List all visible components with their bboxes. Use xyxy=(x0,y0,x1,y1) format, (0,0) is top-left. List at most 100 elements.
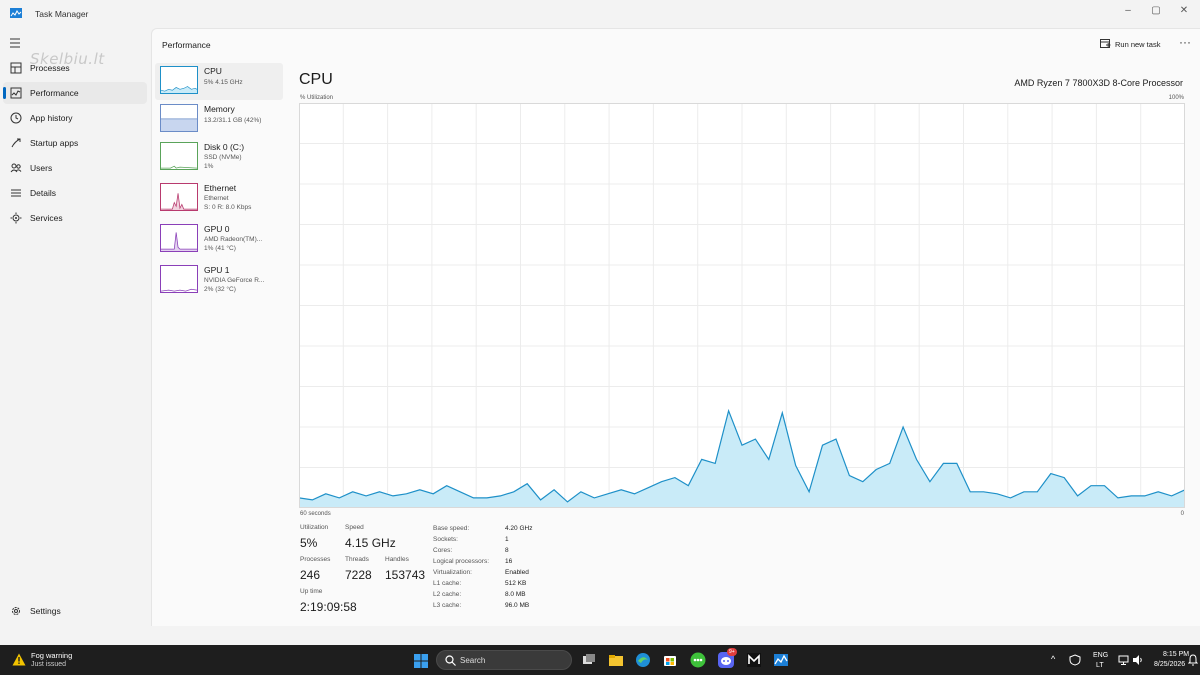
resource-name: GPU 0 xyxy=(204,224,230,234)
resource-detail: AMD Radeon(TM)... xyxy=(204,236,263,243)
sidebar-item-performance[interactable]: Performance xyxy=(3,82,147,104)
maximize-button[interactable]: ▢ xyxy=(1146,4,1166,18)
resource-detail: 13.2/31.1 GB (42%) xyxy=(204,117,262,124)
cpu-model-name: AMD Ryzen 7 7800X3D 8-Core Processor xyxy=(1014,78,1183,88)
resource-detail: 1% xyxy=(204,163,214,170)
run-new-task-label: Run new task xyxy=(1115,40,1161,49)
users-icon xyxy=(10,163,22,173)
threads-value: 7228 xyxy=(345,568,372,582)
spec-value: Enabled xyxy=(505,569,529,576)
store-icon[interactable] xyxy=(662,652,678,668)
clock-time[interactable]: 8:15 PM xyxy=(1163,651,1189,658)
epic-games-icon[interactable] xyxy=(746,652,762,668)
vpn-shield-icon[interactable] xyxy=(1069,654,1081,666)
chat-app-icon[interactable] xyxy=(690,652,706,668)
resource-detail: SSD (NVMe) xyxy=(204,154,242,161)
sidebar-item-details[interactable]: Details xyxy=(3,182,147,204)
resource-item-ethernet[interactable]: Ethernet Ethernet S: 0 R: 8.0 Kbps xyxy=(155,180,283,217)
language-indicator[interactable]: ENG xyxy=(1093,652,1108,659)
x-axis-left-label: 60 seconds xyxy=(300,511,331,517)
more-options-button[interactable]: ··· xyxy=(1177,35,1193,49)
edge-browser-icon[interactable] xyxy=(635,652,651,668)
sidebar-item-app-history[interactable]: App history xyxy=(3,107,147,129)
x-axis-right-label: 0 xyxy=(1180,511,1184,517)
weather-title[interactable]: Fog warning xyxy=(31,651,72,660)
task-view-icon[interactable] xyxy=(581,652,597,668)
network-icon[interactable] xyxy=(1118,654,1130,666)
sidebar-item-processes[interactable]: Processes xyxy=(3,57,147,79)
resource-detail: 1% (41 °C) xyxy=(204,245,236,252)
hamburger-menu-icon[interactable] xyxy=(10,38,22,48)
minimize-button[interactable]: – xyxy=(1118,4,1138,18)
utilization-label: Utilization xyxy=(300,524,329,531)
performance-panel: Performance Run new task ··· CPU 5% 4.15… xyxy=(151,28,1200,626)
ethernet-thumbnail xyxy=(160,183,198,211)
gpu0-thumbnail xyxy=(160,224,198,252)
resource-item-gpu0[interactable]: GPU 0 AMD Radeon(TM)... 1% (41 °C) xyxy=(155,221,283,258)
discord-app[interactable]: 9+ xyxy=(718,648,737,668)
spec-key: L1 cache: xyxy=(433,580,462,587)
resource-detail: Ethernet xyxy=(204,195,229,202)
sidebar-item-services[interactable]: Services xyxy=(3,207,147,229)
resource-name: Disk 0 (C:) xyxy=(204,142,245,152)
app-history-icon xyxy=(10,112,22,124)
spec-key: Virtualization: xyxy=(433,569,472,576)
services-icon xyxy=(10,212,22,224)
search-icon xyxy=(445,655,456,666)
spec-value: 8 xyxy=(505,547,509,554)
notification-bell-icon[interactable] xyxy=(1188,654,1198,666)
sidebar-item-label: Users xyxy=(30,163,53,173)
sidebar-item-startup-apps[interactable]: Startup apps xyxy=(3,132,147,154)
title-bar: Task Manager – ▢ ✕ xyxy=(0,0,1200,28)
disk-thumbnail xyxy=(160,142,198,170)
memory-thumbnail xyxy=(160,104,198,132)
resource-item-gpu1[interactable]: GPU 1 NVIDIA GeForce R... 2% (32 °C) xyxy=(155,262,283,299)
spec-value: 512 KB xyxy=(505,580,527,587)
startup-apps-icon xyxy=(11,138,21,148)
sidebar-item-settings[interactable]: Settings xyxy=(3,600,147,622)
sidebar-item-label: Services xyxy=(30,213,63,223)
run-task-icon xyxy=(1100,39,1111,48)
taskbar-search[interactable]: Search xyxy=(436,650,572,670)
resource-item-memory[interactable]: Memory 13.2/31.1 GB (42%) xyxy=(155,101,283,138)
resource-item-cpu[interactable]: CPU 5% 4.15 GHz xyxy=(155,63,283,100)
search-placeholder: Search xyxy=(460,656,486,665)
sidebar-item-label: Processes xyxy=(30,63,70,73)
resource-detail: NVIDIA GeForce R... xyxy=(204,277,265,284)
resource-item-disk[interactable]: Disk 0 (C:) SSD (NVMe) 1% xyxy=(155,139,283,176)
performance-icon xyxy=(10,87,22,99)
spec-value: 1 xyxy=(505,536,509,543)
uptime-label: Up time xyxy=(300,588,323,595)
utilization-value: 5% xyxy=(300,536,318,550)
spec-value: 16 xyxy=(505,558,513,565)
cpu-thumbnail xyxy=(160,66,198,94)
file-explorer-icon[interactable] xyxy=(608,652,624,668)
warning-icon[interactable] xyxy=(12,653,26,666)
active-indicator xyxy=(3,87,6,99)
spec-value: 4.20 GHz xyxy=(505,525,533,532)
resource-name: GPU 1 xyxy=(204,265,230,275)
speaker-icon[interactable] xyxy=(1132,654,1144,666)
handles-value: 153743 xyxy=(385,568,426,582)
close-button[interactable]: ✕ xyxy=(1174,4,1194,18)
sidebar-item-label: Details xyxy=(30,188,56,198)
task-manager-taskbar-icon[interactable] xyxy=(773,652,789,668)
speed-value: 4.15 GHz xyxy=(345,536,396,550)
page-title: Performance xyxy=(162,40,211,50)
resource-detail: S: 0 R: 8.0 Kbps xyxy=(204,204,252,211)
taskbar: Fog warning Just issued Search 9+ ^ ENG … xyxy=(0,645,1200,675)
gpu1-thumbnail xyxy=(160,265,198,293)
uptime-value: 2:19:09:58 xyxy=(300,600,357,614)
threads-label: Threads xyxy=(345,556,369,563)
spec-value: 8.0 MB xyxy=(505,591,526,598)
spec-key: Logical processors: xyxy=(433,558,489,565)
sidebar-item-label: Performance xyxy=(30,88,79,98)
show-hidden-icons-button[interactable]: ^ xyxy=(1051,654,1055,664)
clock-date: 8/25/2026 xyxy=(1154,661,1186,668)
processes-label: Processes xyxy=(300,556,331,563)
sidebar-item-label: Settings xyxy=(30,606,61,616)
windows-start-icon[interactable] xyxy=(414,654,428,668)
window-title: Task Manager xyxy=(35,9,89,19)
sidebar-item-users[interactable]: Users xyxy=(3,157,147,179)
handles-label: Handles xyxy=(385,556,409,563)
